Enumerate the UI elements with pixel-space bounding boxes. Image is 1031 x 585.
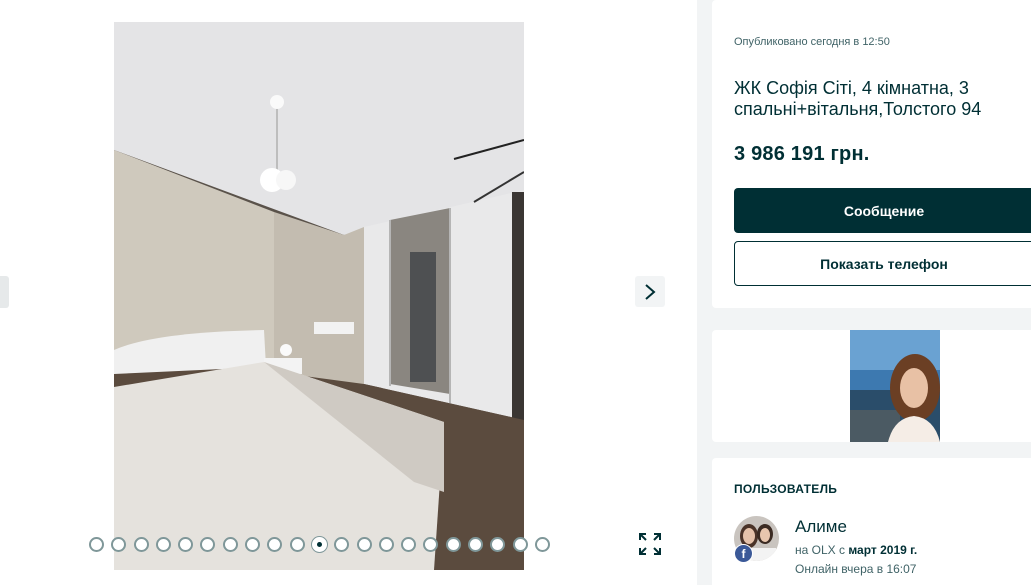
photo-pager-dot[interactable] bbox=[468, 537, 484, 552]
prev-photo-button[interactable] bbox=[0, 276, 9, 308]
photo-pager-dot[interactable] bbox=[267, 537, 283, 552]
seller-photo[interactable] bbox=[850, 330, 940, 442]
expand-icon bbox=[639, 533, 661, 555]
photo-pager-dot[interactable] bbox=[334, 537, 350, 552]
photo-pager-dot[interactable] bbox=[200, 537, 216, 552]
photo-pager-dot[interactable] bbox=[378, 537, 394, 552]
photo-pager-dot[interactable] bbox=[356, 537, 372, 552]
photo-pager-dot[interactable] bbox=[133, 537, 149, 552]
fullscreen-button[interactable] bbox=[635, 529, 665, 559]
facebook-icon: f bbox=[734, 544, 753, 563]
member-since-prefix: на OLX с bbox=[795, 543, 849, 557]
photo-pager-dot[interactable] bbox=[423, 537, 439, 552]
photo-pager-dot[interactable] bbox=[289, 537, 305, 552]
listing-photo[interactable] bbox=[114, 22, 524, 570]
member-since-date: март 2019 г. bbox=[848, 543, 918, 557]
ad-summary-card: Опубликовано сегодня в 12:50 ЖК Софія Сі… bbox=[712, 0, 1031, 308]
seller-name[interactable]: Алиме bbox=[795, 517, 847, 537]
photo-pager-dot[interactable] bbox=[445, 537, 461, 552]
message-button[interactable]: Сообщение bbox=[734, 188, 1031, 233]
photo-pager-dot[interactable] bbox=[245, 537, 261, 552]
seller-photo-card bbox=[712, 330, 1031, 442]
photo-pager-dot[interactable] bbox=[311, 537, 327, 552]
photo-pager-dot[interactable] bbox=[401, 537, 417, 552]
photo-pager-dot[interactable] bbox=[89, 537, 104, 552]
show-phone-button[interactable]: Показать телефон bbox=[734, 241, 1031, 286]
photo-pager-dot[interactable] bbox=[178, 537, 194, 552]
photo-gallery bbox=[0, 0, 697, 585]
ad-price: 3 986 191 грн. bbox=[734, 143, 870, 165]
seller-last-online: Онлайн вчера в 16:07 bbox=[795, 562, 917, 576]
seller-portrait bbox=[850, 330, 940, 442]
seller-heading: ПОЛЬЗОВАТЕЛЬ bbox=[734, 482, 838, 496]
photo-pager-dot[interactable] bbox=[111, 537, 127, 552]
bedroom-photo bbox=[114, 22, 524, 570]
chevron-right-icon bbox=[645, 283, 656, 300]
next-photo-button[interactable] bbox=[635, 276, 665, 307]
photo-pager-dot[interactable] bbox=[534, 537, 550, 552]
posted-date: Опубликовано сегодня в 12:50 bbox=[734, 36, 890, 48]
seller-member-since: на OLX с март 2019 г. bbox=[795, 543, 917, 557]
photo-pager bbox=[89, 537, 550, 553]
ad-title: ЖК Софія Сіті, 4 кімнатна, 3 спальні+віт… bbox=[734, 78, 982, 119]
seller-card: ПОЛЬЗОВАТЕЛЬ f Алиме на OLX с март 2019 … bbox=[712, 458, 1031, 585]
photo-pager-dot[interactable] bbox=[222, 537, 238, 552]
photo-pager-dot[interactable] bbox=[512, 537, 528, 552]
photo-pager-dot[interactable] bbox=[490, 537, 506, 552]
photo-pager-dot[interactable] bbox=[155, 537, 171, 552]
